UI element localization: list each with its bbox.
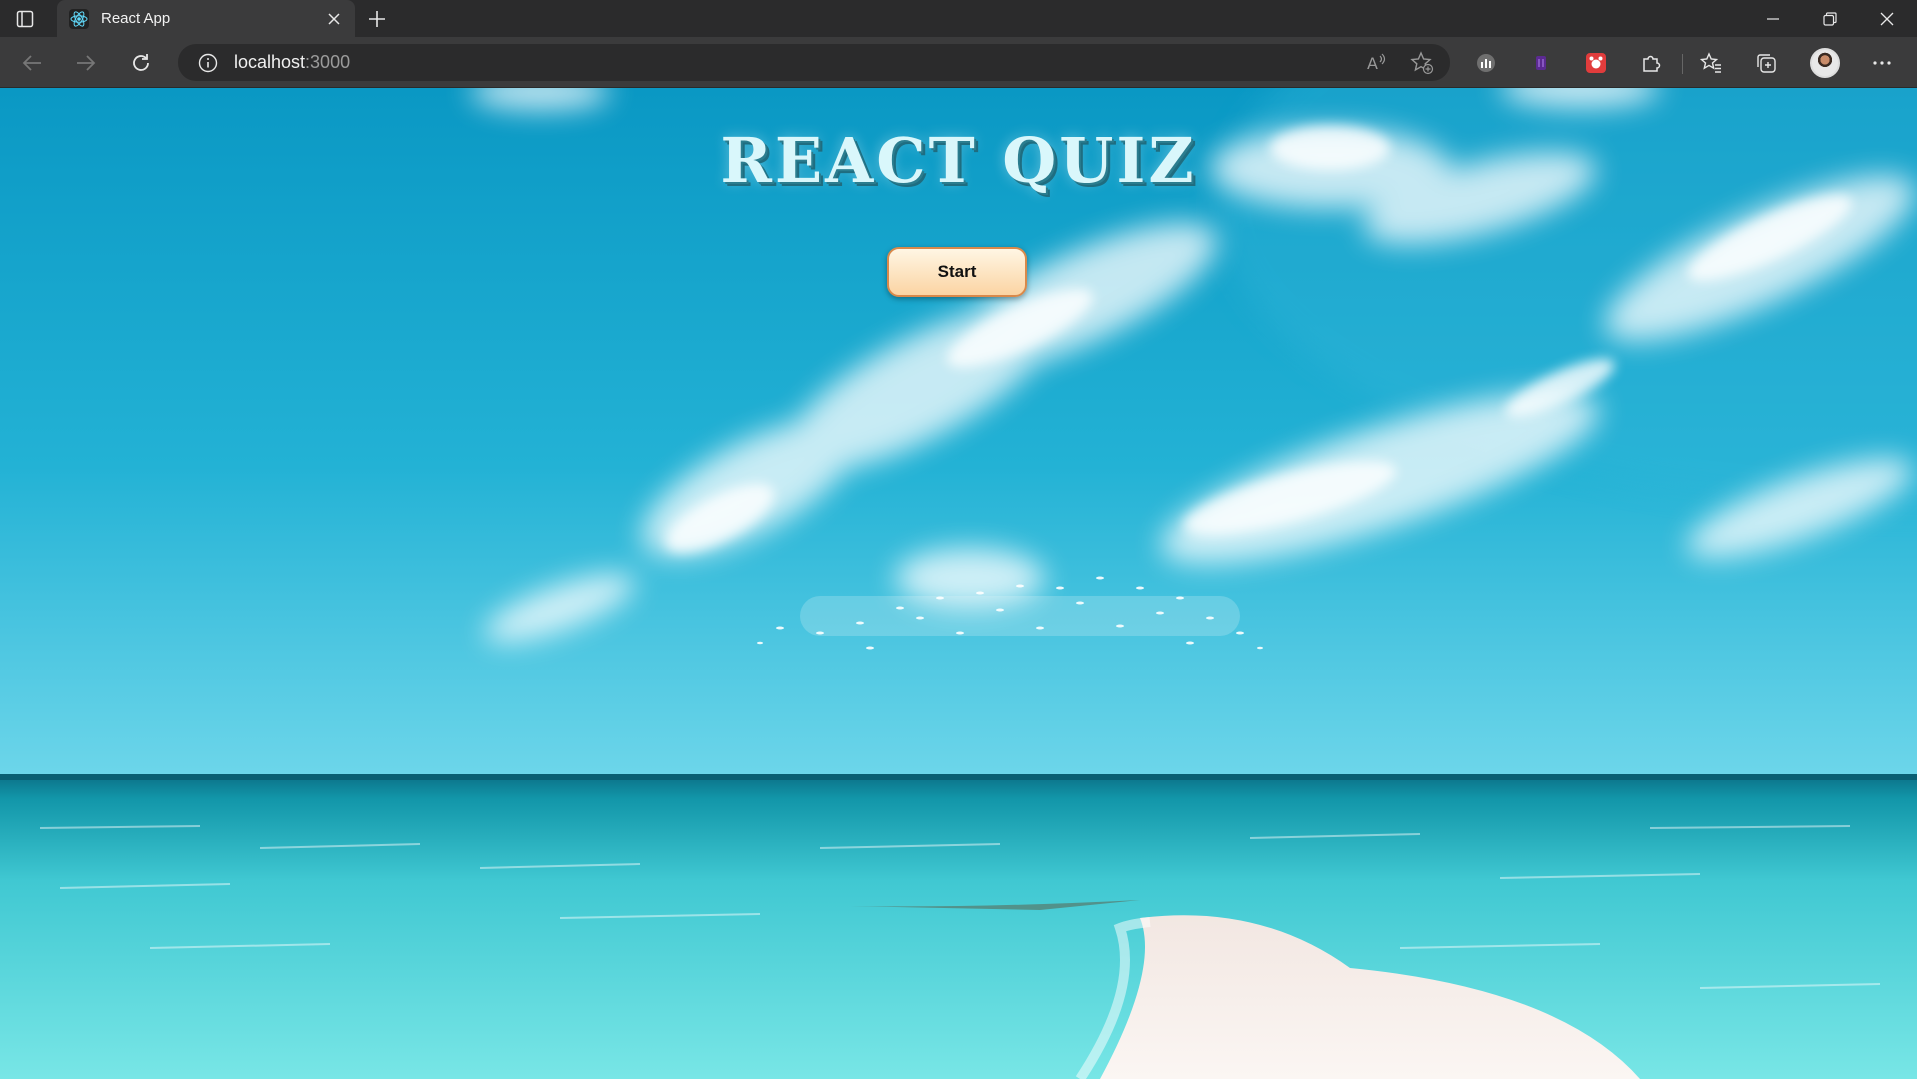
url-host: localhost	[234, 52, 306, 72]
extension-purple-icon[interactable]	[1527, 49, 1555, 77]
page-viewport: REACT QUIZ Start	[0, 88, 1917, 1079]
beach-background-image	[0, 88, 1917, 1079]
page-title: REACT QUIZ	[720, 124, 1197, 197]
tab-actions-icon[interactable]	[14, 8, 36, 30]
new-tab-icon[interactable]	[365, 7, 389, 31]
close-window-icon[interactable]	[1859, 0, 1915, 37]
address-url: localhost:3000	[234, 52, 350, 73]
svg-text:A: A	[1367, 54, 1378, 73]
react-atom-icon	[69, 8, 89, 29]
start-button[interactable]: Start	[887, 247, 1027, 297]
tab-title: React App	[101, 10, 171, 27]
address-bar[interactable]: localhost:3000 A	[178, 44, 1450, 81]
read-aloud-icon[interactable]: A	[1364, 50, 1390, 76]
browser-toolbar: localhost:3000 A	[0, 37, 1917, 88]
url-port: :3000	[305, 52, 351, 72]
profile-avatar[interactable]	[1810, 48, 1840, 78]
forward-arrow-icon[interactable]	[71, 48, 101, 78]
back-arrow-icon[interactable]	[17, 48, 47, 78]
extension-stats-icon[interactable]	[1472, 49, 1500, 77]
refresh-icon[interactable]	[126, 48, 156, 78]
add-favorite-icon[interactable]	[1409, 50, 1435, 76]
extensions-puzzle-icon[interactable]	[1637, 49, 1665, 77]
minimize-icon[interactable]	[1745, 0, 1801, 37]
tab-strip: React App	[0, 0, 1917, 37]
close-tab-icon[interactable]	[321, 6, 347, 32]
toolbar-divider	[1682, 54, 1683, 74]
collections-icon[interactable]	[1752, 49, 1780, 77]
restore-icon[interactable]	[1802, 0, 1858, 37]
more-menu-icon[interactable]	[1868, 49, 1896, 77]
extension-red-icon[interactable]	[1582, 49, 1610, 77]
favorites-icon[interactable]	[1697, 49, 1725, 77]
browser-tab[interactable]: React App	[57, 0, 355, 37]
site-info-icon[interactable]	[196, 51, 220, 75]
